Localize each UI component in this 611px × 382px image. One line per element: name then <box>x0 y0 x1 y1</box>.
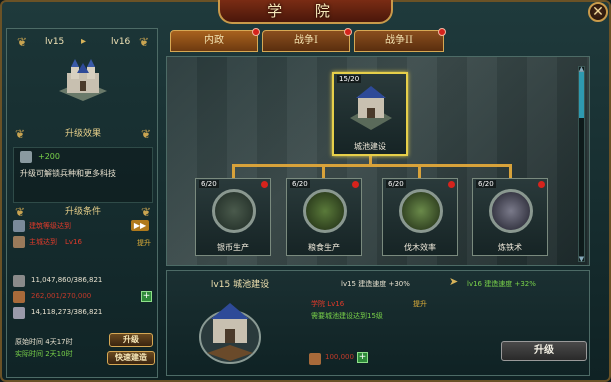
condition-text: 主城达到 <box>29 238 57 246</box>
improve-link[interactable]: 提升 <box>413 299 427 309</box>
upgrade-tech-button[interactable]: 升级 <box>501 341 587 361</box>
resource-value: 11,047,860/386,821 <box>31 276 103 284</box>
node-level: 6/20 <box>199 180 219 188</box>
quick-build-button[interactable]: 快速建造 <box>107 351 155 365</box>
tab-domestic[interactable]: 内政 <box>170 28 260 52</box>
condition-row: 主城达到 Lv16 提升 <box>13 235 153 249</box>
improve-link[interactable]: 提升 <box>137 236 151 250</box>
close-button[interactable]: ✕ <box>588 2 608 22</box>
requirement-text: 学院 Lv16 <box>311 300 345 308</box>
resource-value: 14,118,273/386,821 <box>31 308 103 316</box>
castle-building-image <box>59 59 107 101</box>
castle-icon <box>350 86 392 130</box>
wing-right-icon: ❦ <box>140 127 152 141</box>
node-label: 伐木效率 <box>404 243 436 252</box>
logging-icon <box>399 189 443 233</box>
upgrade-condition-title: 升级条件 <box>64 207 101 217</box>
requirement-note: 需要城池建设达到15级 <box>311 312 383 320</box>
arrow-right-icon: ➤ <box>449 275 459 288</box>
level-from: lv15 <box>45 37 65 47</box>
notification-dot <box>538 181 545 188</box>
wing-left-icon: ❦ <box>14 205 26 219</box>
condition-text: 建筑等级达到 <box>29 222 71 230</box>
upgrade-effect-title: 升级效果 <box>64 129 101 139</box>
time-original: 原始时间 4天17时 <box>15 338 73 346</box>
node-level: 6/20 <box>386 180 406 188</box>
resource-value: 262,001/270,000 <box>31 292 92 300</box>
notification-dot <box>352 181 359 188</box>
node-label: 城池建设 <box>354 142 386 151</box>
notification-dot <box>344 28 352 36</box>
node-label: 粮食生产 <box>308 243 340 252</box>
condition-row: 建筑等级达到 ▶▶ <box>13 219 153 233</box>
left-panel: ❦ lv15 ▸ lv16 ❦ 升级效果 ❦ ❦ +200 升级可解锁兵种和更多… <box>6 28 158 378</box>
cost-value: 100,000 <box>325 353 354 361</box>
tech-node-city-construction[interactable]: 15/20 城池建设 <box>332 72 408 156</box>
window-title: 学 院 <box>218 0 393 24</box>
tech-node-silver-production[interactable]: 6/20 银币生产 <box>195 178 271 256</box>
arrow-right-icon: ▸ <box>81 36 87 47</box>
resource-row: 11,047,860/386,821 <box>11 273 155 288</box>
tree-connector <box>232 164 235 178</box>
node-label: 银币生产 <box>217 243 249 252</box>
iron-icon <box>13 307 25 319</box>
wood-icon <box>309 353 321 365</box>
resource-row: 262,001/270,000 + <box>11 289 155 304</box>
add-resource-button[interactable]: + <box>357 352 368 363</box>
city-construction-image <box>199 303 261 364</box>
silver-icon <box>13 275 25 287</box>
arrow-tag-icon[interactable]: ▶▶ <box>131 220 149 231</box>
close-icon: ✕ <box>592 4 604 20</box>
level-bar: ❦ lv15 ▸ lv16 ❦ <box>11 35 155 51</box>
population-icon <box>20 151 32 163</box>
resource-list: 11,047,860/386,821 262,001/270,000 + 14,… <box>11 273 155 321</box>
node-level: 6/20 <box>476 180 496 188</box>
wing-left-icon: ❦ <box>16 35 28 49</box>
tree-connector <box>232 164 512 167</box>
building-icon <box>13 220 25 232</box>
wing-right-icon: ❦ <box>138 35 150 49</box>
food-production-icon <box>303 189 347 233</box>
build-time: 原始时间 4天17时 实际时间 2天10时 升级 快速建造 <box>13 331 155 371</box>
upgrade-effect-box: +200 升级可解锁兵种和更多科技 <box>13 147 153 203</box>
tab-war-1[interactable]: 战争I <box>262 28 352 52</box>
notification-dot <box>261 181 268 188</box>
tech-detail-panel: lv15 城池建设 lv15 建造速度 +30% ➤ lv16 建造速度 +32… <box>166 270 590 376</box>
upgrade-button[interactable]: 升级 <box>109 333 153 347</box>
tree-connector <box>418 164 421 178</box>
effect-text: 升级可解锁兵种和更多科技 <box>20 169 116 178</box>
wood-icon <box>13 291 25 303</box>
condition-list: 建筑等级达到 ▶▶ 主城达到 Lv16 提升 <box>13 219 153 251</box>
tech-node-iron-smelting[interactable]: 6/20 炼铁术 <box>472 178 548 256</box>
scroll-up-icon[interactable]: ▲ <box>577 66 586 73</box>
castle-icon <box>13 236 25 248</box>
notification-dot <box>448 181 455 188</box>
node-label: 炼铁术 <box>498 243 522 252</box>
level-to: lv16 <box>111 37 131 47</box>
tree-connector <box>509 164 512 178</box>
tech-node-food-production[interactable]: 6/20 粮食生产 <box>286 178 362 256</box>
effect-plus: +200 <box>38 152 60 161</box>
tree-connector <box>322 164 325 178</box>
wing-right-icon: ❦ <box>140 205 152 219</box>
resource-row: 14,118,273/386,821 <box>11 305 155 320</box>
add-resource-button[interactable]: + <box>141 291 152 302</box>
speed-current: lv15 建造速度 +30% <box>341 280 410 288</box>
silver-production-icon <box>212 189 256 233</box>
wing-left-icon: ❦ <box>14 127 26 141</box>
scrollbar-thumb[interactable] <box>579 72 584 118</box>
node-level: 6/20 <box>290 180 310 188</box>
tech-node-logging-efficiency[interactable]: 6/20 伐木效率 <box>382 178 458 256</box>
condition-level: Lv16 <box>65 238 82 246</box>
detail-title: lv15 城池建设 <box>210 280 270 290</box>
scroll-down-icon[interactable]: ▼ <box>577 256 586 263</box>
time-actual: 实际时间 2天10时 <box>15 350 73 358</box>
speed-next: lv16 建造速度 +32% <box>467 280 536 288</box>
notification-dot <box>438 28 446 36</box>
tab-war-2[interactable]: 战争II <box>354 28 446 52</box>
notification-dot <box>252 28 260 36</box>
iron-smelting-icon <box>489 189 533 233</box>
